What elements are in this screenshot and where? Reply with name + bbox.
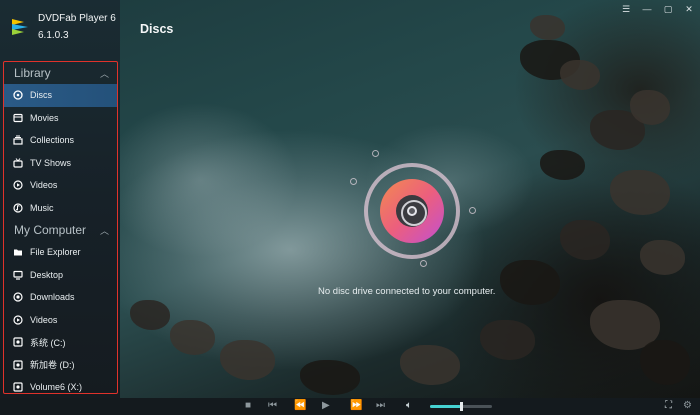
sidebar-item-computer-videos[interactable]: Videos [4, 309, 117, 332]
sidebar-item-desktop[interactable]: Desktop [4, 264, 117, 287]
app-logo-icon [10, 16, 32, 38]
sidebar-item-music[interactable]: Music [4, 197, 117, 220]
sidebar-item-label: Downloads [30, 292, 75, 303]
sidebar-item-label: Desktop [30, 269, 64, 280]
disc-icon [380, 179, 444, 243]
sidebar-item-label: 新加卷 (D:) [30, 360, 75, 371]
section-library-title: Library [14, 66, 51, 80]
sidebar-item-tv-shows[interactable]: TV Shows [4, 152, 117, 175]
sidebar-item-file-explorer[interactable]: File Explorer [4, 241, 117, 264]
play-icon[interactable]: ▶ [322, 400, 330, 411]
music-icon [13, 203, 23, 213]
drive-icon [13, 360, 23, 370]
sidebar-item-label: Music [30, 202, 54, 213]
sidebar-item-collections[interactable]: Collections [4, 129, 117, 152]
chevron-up-icon[interactable]: ︿ [100, 67, 109, 80]
video-icon [13, 315, 23, 325]
section-my-computer[interactable]: My Computer ︿ [4, 219, 117, 241]
video-icon [13, 180, 23, 190]
sidebar-item-label: Movies [30, 112, 59, 123]
drive-icon [13, 337, 23, 347]
close-icon[interactable]: ✕ [684, 4, 694, 14]
sidebar-item-label: Videos [30, 180, 58, 191]
download-icon [13, 292, 23, 302]
app-name: DVDFab Player 6 [38, 13, 116, 24]
navigation-panel: Library ︿ Discs Movies Collections TV Sh… [3, 61, 118, 394]
collections-icon [13, 135, 23, 145]
fullscreen-icon[interactable]: ⛶ [665, 400, 672, 411]
volume-handle[interactable] [460, 402, 463, 411]
rewind-icon[interactable]: ⏪ [294, 400, 306, 411]
section-my-computer-title: My Computer [14, 223, 87, 237]
chevron-up-icon[interactable]: ︿ [100, 224, 109, 237]
skip-previous-icon[interactable]: ⏮ [268, 400, 277, 411]
sidebar: DVDFab Player 6 6.1.0.3 Library ︿ Discs … [0, 0, 120, 398]
file-explorer-icon [13, 247, 23, 257]
minimize-icon[interactable]: — [642, 4, 652, 14]
sidebar-item-label: File Explorer [30, 247, 81, 258]
decorative-dot [469, 207, 476, 214]
disc-icon [13, 90, 23, 100]
sidebar-item-drive-c[interactable]: 系统 (C:) [4, 331, 117, 354]
sidebar-item-videos[interactable]: Videos [4, 174, 117, 197]
sidebar-item-label: Discs [30, 90, 52, 101]
desktop-icon [13, 270, 23, 280]
volume-slider[interactable] [430, 402, 492, 411]
decorative-dot [350, 178, 357, 185]
decorative-dot [420, 260, 427, 267]
decorative-dot [372, 150, 379, 157]
sidebar-item-label: Collections [30, 135, 75, 146]
no-disc-message: No disc drive connected to your computer… [318, 286, 496, 297]
sidebar-item-discs[interactable]: Discs [4, 84, 117, 107]
sidebar-item-drive-d[interactable]: 新加卷 (D:) [4, 354, 117, 377]
sidebar-item-label: Videos [30, 314, 58, 325]
volume-icon[interactable]: 🔈︎ [406, 400, 412, 411]
app-version: 6.1.0.3 [38, 30, 69, 41]
section-library[interactable]: Library ︿ [4, 62, 117, 84]
sidebar-item-movies[interactable]: Movies [4, 107, 117, 130]
drive-icon [13, 382, 23, 392]
sidebar-item-label: TV Shows [30, 157, 72, 168]
disc-illustration [364, 163, 460, 259]
window-controls: ☰ — ▢ ✕ [621, 4, 694, 15]
movie-icon [13, 113, 23, 123]
sidebar-item-downloads[interactable]: Downloads [4, 286, 117, 309]
menu-icon[interactable]: ☰ [621, 4, 631, 14]
player-control-bar: ■ ⏮ ⏪ ▶ ⏩ ⏭ 🔈︎ ⛶ ⚙ [0, 398, 700, 415]
volume-fill [430, 405, 461, 408]
skip-next-icon[interactable]: ⏭ [376, 400, 385, 411]
maximize-icon[interactable]: ▢ [663, 4, 673, 14]
tv-icon [13, 157, 23, 168]
fast-forward-icon[interactable]: ⏩ [350, 400, 362, 411]
sidebar-item-label: 系统 (C:) [30, 337, 66, 348]
sidebar-item-label: Volume6 (X:) [30, 382, 83, 393]
stop-icon[interactable]: ■ [245, 400, 251, 411]
sidebar-item-drive-x[interactable]: Volume6 (X:) [4, 376, 117, 393]
settings-icon[interactable]: ⚙ [683, 400, 692, 411]
app-brand: DVDFab Player 6 6.1.0.3 [10, 10, 116, 44]
page-title: Discs [140, 22, 174, 36]
